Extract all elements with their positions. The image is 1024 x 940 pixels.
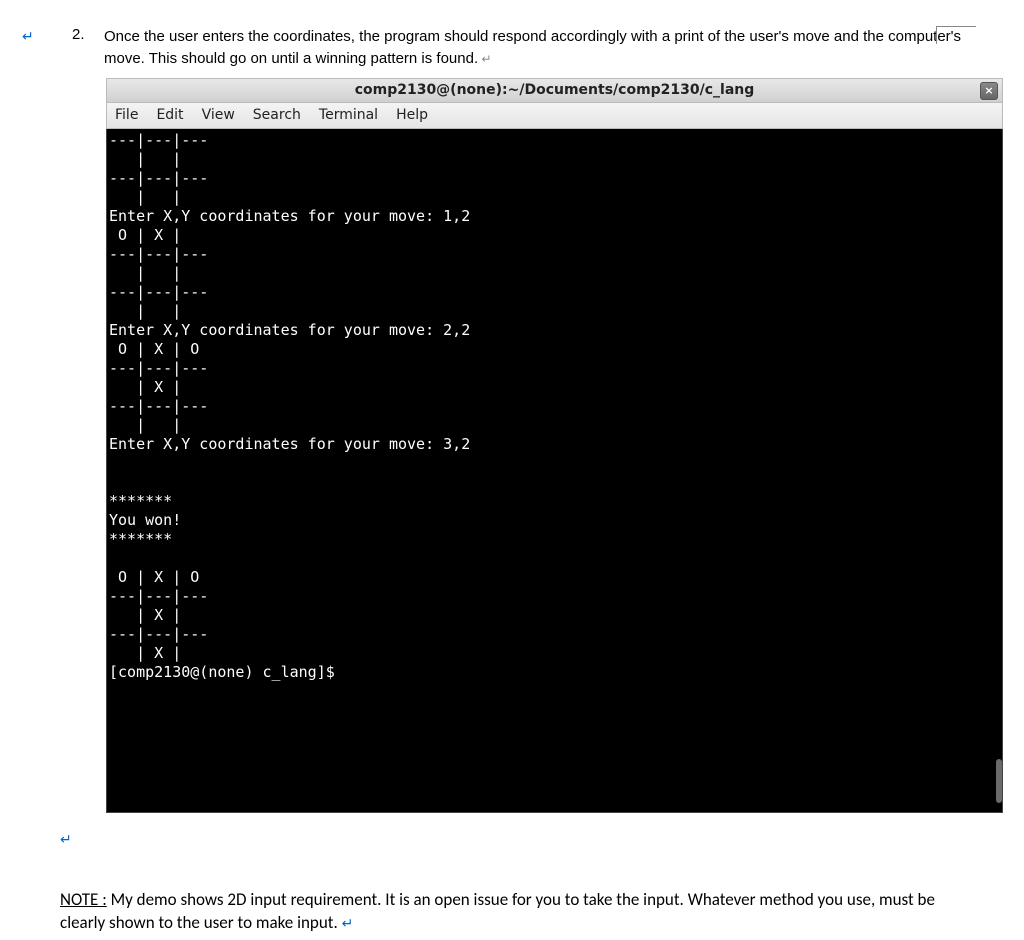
pilcrow-icon: ↵ xyxy=(478,52,491,66)
list-item-2: 2. Once the user enters the coordinates,… xyxy=(72,26,984,70)
terminal-output[interactable]: ---|---|--- | | ---|---|--- | | Enter X,… xyxy=(106,129,1003,813)
list-number: 2. xyxy=(72,26,104,43)
menu-view[interactable]: View xyxy=(202,107,235,123)
menu-search[interactable]: Search xyxy=(253,107,301,123)
note-paragraph: NOTE : My demo shows 2D input requiremen… xyxy=(60,888,954,936)
window-title: comp2130@(none):~/Documents/comp2130/c_l… xyxy=(355,82,755,98)
note-text: My demo shows 2D input requirement. It i… xyxy=(60,889,935,934)
paragraph-mark-icon: ↵ xyxy=(60,831,984,848)
menu-file[interactable]: File xyxy=(115,107,138,123)
menu-help[interactable]: Help xyxy=(396,107,428,123)
close-button[interactable]: × xyxy=(980,82,998,100)
menu-terminal[interactable]: Terminal xyxy=(319,107,378,123)
menu-bar: File Edit View Search Terminal Help xyxy=(106,103,1003,129)
body-text: Once the user enters the coordinates, th… xyxy=(104,28,961,67)
pilcrow-icon: ↵ xyxy=(342,915,354,932)
menu-edit[interactable]: Edit xyxy=(156,107,183,123)
window-title-bar: comp2130@(none):~/Documents/comp2130/c_l… xyxy=(106,78,1003,103)
list-text: Once the user enters the coordinates, th… xyxy=(104,26,984,70)
terminal-window: comp2130@(none):~/Documents/comp2130/c_l… xyxy=(106,78,1003,813)
crop-corner xyxy=(936,26,976,44)
note-label: NOTE : xyxy=(60,889,107,910)
paragraph-mark-icon: ↵ xyxy=(22,28,34,45)
scrollbar-thumb[interactable] xyxy=(996,759,1002,803)
